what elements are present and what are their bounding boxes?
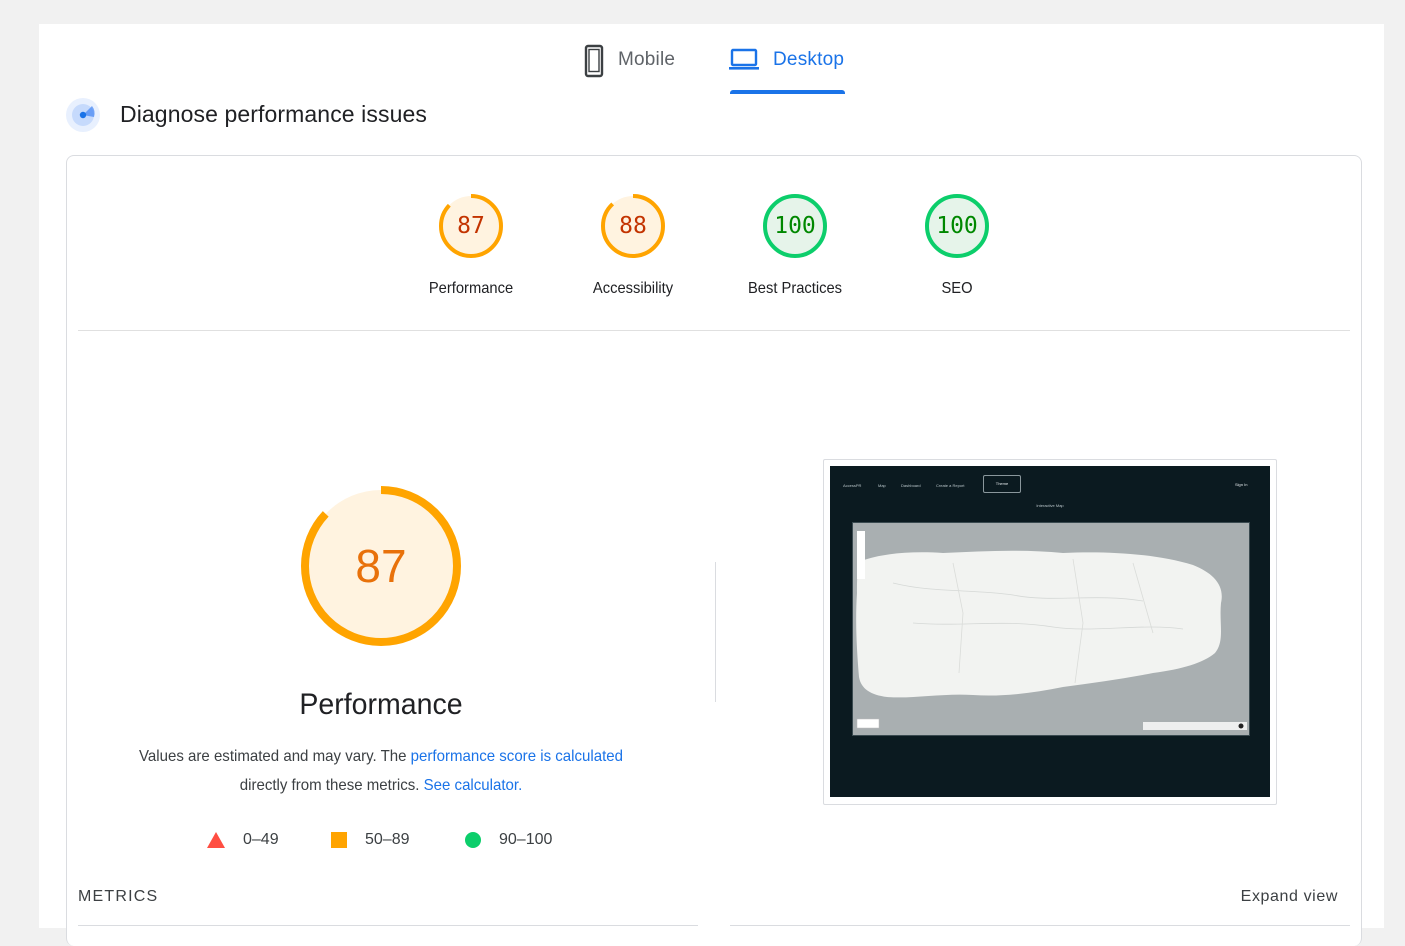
- metrics-divider-left: [78, 925, 698, 926]
- gauge-score: 100: [936, 213, 978, 239]
- legend-average: 50–89: [331, 831, 410, 849]
- square-icon: [331, 832, 347, 848]
- gauge-score: 87: [457, 213, 485, 239]
- circle-icon: [465, 832, 481, 848]
- gauge-seo[interactable]: 100 SEO: [887, 190, 1027, 298]
- screenshot-nav-item: Create a Report: [936, 483, 965, 488]
- performance-gauge: 87: [299, 477, 463, 653]
- gauge-performance[interactable]: 87 Performance: [401, 190, 541, 298]
- see-calculator-link[interactable]: See calculator.: [424, 777, 523, 794]
- report-card: 87 Performance 88 Accessibility 100 Best…: [66, 155, 1362, 946]
- performance-description: Values are estimated and may vary. The p…: [114, 742, 648, 800]
- screenshot-image: AccessPR Map Dashboard Create a Report T…: [830, 466, 1270, 797]
- legend-range: 50–89: [365, 831, 410, 848]
- performance-title: Performance: [299, 688, 463, 721]
- desc-text: Values are estimated and may vary. The: [138, 748, 411, 765]
- triangle-icon: [207, 832, 225, 848]
- screenshot-signin: Sign In: [1235, 482, 1248, 487]
- metrics-divider-right: [730, 925, 1350, 926]
- map-island-graphic: [853, 523, 1249, 735]
- legend-fail: 0–49: [207, 831, 279, 849]
- laptop-icon: [729, 44, 759, 79]
- vertical-divider: [715, 562, 716, 702]
- final-screenshot[interactable]: AccessPR Map Dashboard Create a Report T…: [823, 459, 1277, 805]
- screenshot-nav-item: Map: [878, 483, 886, 488]
- screenshot-theme-button: Theme: [983, 475, 1021, 493]
- desc-text: directly from these metrics.: [239, 777, 420, 794]
- legend-range: 0–49: [243, 831, 279, 848]
- screenshot-nav-item: Dashboard: [901, 483, 921, 488]
- diagnose-radar-icon: [65, 97, 101, 133]
- mobile-phone-icon: [584, 44, 604, 83]
- category-gauges: 87 Performance 88 Accessibility 100 Best…: [67, 190, 1361, 310]
- legend-range: 90–100: [499, 831, 553, 848]
- performance-score: 87: [355, 540, 407, 592]
- tab-desktop[interactable]: Desktop: [729, 44, 844, 96]
- screenshot-map: [852, 522, 1250, 736]
- gauge-label: SEO: [941, 280, 973, 297]
- active-tab-indicator: [730, 90, 845, 94]
- tab-desktop-label: Desktop: [773, 49, 845, 70]
- screenshot-nav-item: AccessPR: [843, 483, 862, 488]
- gauge-score: 100: [774, 213, 816, 239]
- expand-view-button[interactable]: Expand view: [1241, 888, 1338, 906]
- divider: [78, 330, 1350, 331]
- gauge-score: 88: [619, 213, 647, 239]
- page: Mobile Desktop Diagnose performance issu…: [39, 24, 1384, 946]
- gauge-label: Best Practices: [747, 280, 843, 297]
- performance-score-link[interactable]: performance score is calculated: [411, 748, 623, 765]
- metrics-heading: METRICS: [78, 888, 159, 905]
- gauge-label: Accessibility: [592, 280, 674, 297]
- tab-mobile-label: Mobile: [618, 49, 676, 70]
- legend-pass: 90–100: [465, 831, 552, 849]
- page-title: Diagnose performance issues: [120, 101, 427, 127]
- gauge-accessibility[interactable]: 88 Accessibility: [563, 190, 703, 298]
- screenshot-map-title: Interactive Map: [1036, 503, 1064, 508]
- gauge-best-practices[interactable]: 100 Best Practices: [725, 190, 865, 298]
- tab-mobile[interactable]: Mobile: [584, 44, 675, 96]
- gauge-label: Performance: [428, 280, 514, 297]
